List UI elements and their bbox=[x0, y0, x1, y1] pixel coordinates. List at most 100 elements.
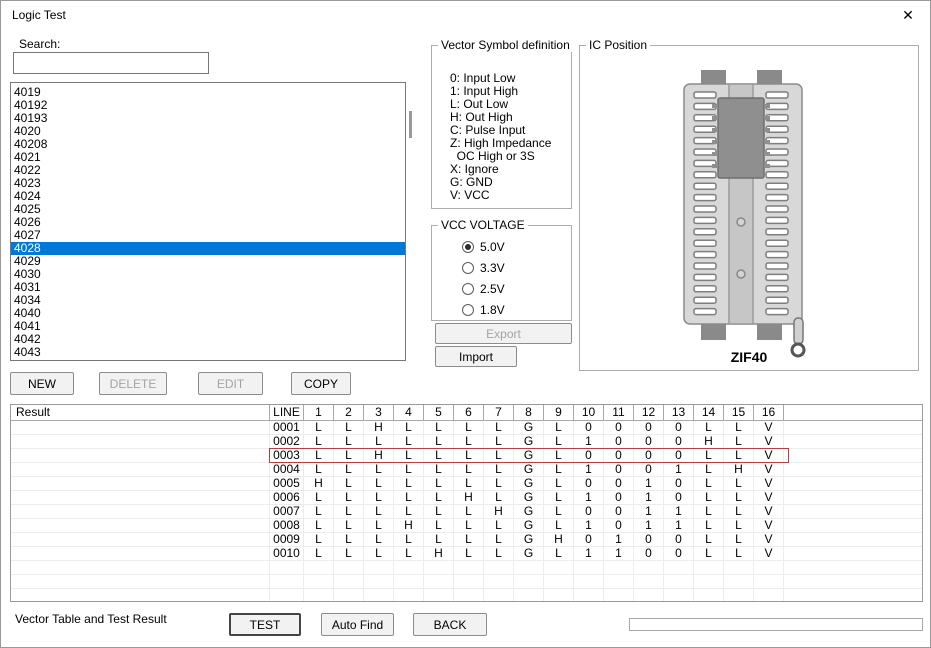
auto-find-button[interactable]: Auto Find bbox=[321, 613, 394, 636]
pin-cell bbox=[394, 589, 424, 602]
pin-cell: L bbox=[424, 449, 454, 462]
table-row[interactable]: 0005HLLLLLLGL0010LLV bbox=[11, 477, 922, 491]
ic-list-item[interactable]: 4021 bbox=[11, 151, 405, 164]
radio-icon[interactable] bbox=[462, 241, 474, 253]
pin-cell: L bbox=[394, 449, 424, 462]
ic-list-item[interactable]: 4026 bbox=[11, 216, 405, 229]
ic-list-item[interactable]: 4042 bbox=[11, 333, 405, 346]
pin-cell bbox=[574, 589, 604, 602]
pin-cell: L bbox=[364, 533, 394, 546]
ic-list-item[interactable]: 4024 bbox=[11, 190, 405, 203]
window-title: Logic Test bbox=[12, 8, 66, 22]
radio-icon[interactable] bbox=[462, 304, 474, 316]
table-row[interactable]: 0007LLLLLLHGL0011LLV bbox=[11, 505, 922, 519]
pin-cell: 1 bbox=[574, 519, 604, 532]
line-cell: 0005 bbox=[270, 477, 304, 490]
header-spacer bbox=[784, 405, 922, 420]
new-button[interactable]: NEW bbox=[10, 372, 74, 395]
pin-cell: L bbox=[334, 463, 364, 476]
pin-cell: L bbox=[454, 463, 484, 476]
ic-list-item[interactable]: 4030 bbox=[11, 268, 405, 281]
table-row[interactable]: 0008LLLHLLLGL1011LLV bbox=[11, 519, 922, 533]
pin-cell bbox=[514, 561, 544, 574]
copy-button[interactable]: COPY bbox=[291, 372, 351, 395]
ic-list-item[interactable]: 40208 bbox=[11, 138, 405, 151]
pin-cell bbox=[514, 589, 544, 602]
table-body: 0001LLHLLLLGL0000LLV0002LLLLLLLGL1000HLV… bbox=[11, 421, 922, 602]
pin-cell: 0 bbox=[574, 533, 604, 546]
back-button[interactable]: BACK bbox=[413, 613, 487, 636]
pin-cell bbox=[454, 589, 484, 602]
socket-label: ZIF40 bbox=[580, 349, 918, 365]
pin-cell: L bbox=[334, 421, 364, 434]
listbox-scrollbar-thumb[interactable] bbox=[409, 111, 412, 138]
ic-list-item[interactable]: 4019 bbox=[11, 86, 405, 99]
pin-cell: L bbox=[694, 519, 724, 532]
vcc-option-5.0V[interactable]: 5.0V bbox=[462, 240, 505, 254]
ic-list-item[interactable]: 40193 bbox=[11, 112, 405, 125]
pin-cell: L bbox=[544, 491, 574, 504]
pin-cell: 0 bbox=[664, 435, 694, 448]
zif-socket-graphic bbox=[580, 46, 918, 362]
pin-cell: G bbox=[514, 421, 544, 434]
table-row[interactable]: 0004LLLLLLLGL1001LHV bbox=[11, 463, 922, 477]
radio-icon[interactable] bbox=[462, 262, 474, 274]
pin-cell bbox=[724, 589, 754, 602]
table-row[interactable]: 0003LLHLLLLGL0000LLV bbox=[11, 449, 922, 463]
pin-cell: 0 bbox=[634, 435, 664, 448]
pin-cell bbox=[544, 561, 574, 574]
table-row[interactable]: 0010LLLLHLLGL1100LLV bbox=[11, 547, 922, 561]
vcc-option-3.3V[interactable]: 3.3V bbox=[462, 261, 505, 275]
pin-cell: 0 bbox=[604, 463, 634, 476]
pin-cell: L bbox=[454, 519, 484, 532]
ic-list-item[interactable]: 4025 bbox=[11, 203, 405, 216]
pin-cell: L bbox=[304, 505, 334, 518]
search-input[interactable] bbox=[13, 52, 209, 74]
ic-list-item[interactable]: 4027 bbox=[11, 229, 405, 242]
vcc-option-2.5V[interactable]: 2.5V bbox=[462, 282, 505, 296]
ic-listbox[interactable]: 4019401924019340204020840214022402340244… bbox=[10, 82, 406, 361]
ic-list-item[interactable]: 4043 bbox=[11, 346, 405, 359]
ic-list-item[interactable]: 4040 bbox=[11, 307, 405, 320]
ic-list-item[interactable]: 4028 bbox=[11, 242, 405, 255]
pin-cell bbox=[424, 589, 454, 602]
table-row[interactable]: 0009LLLLLLLGH0100LLV bbox=[11, 533, 922, 547]
close-icon[interactable]: ✕ bbox=[896, 5, 920, 25]
table-row[interactable] bbox=[11, 589, 922, 602]
table-row[interactable]: 0001LLHLLLLGL0000LLV bbox=[11, 421, 922, 435]
ic-list-item[interactable]: 4031 bbox=[11, 281, 405, 294]
pin-cell bbox=[484, 575, 514, 588]
pin-cell: L bbox=[394, 505, 424, 518]
pin-cell: 0 bbox=[664, 421, 694, 434]
ic-list-item[interactable]: 4023 bbox=[11, 177, 405, 190]
pin-cell bbox=[394, 561, 424, 574]
line-cell: 0007 bbox=[270, 505, 304, 518]
ic-list-item[interactable]: 40192 bbox=[11, 99, 405, 112]
pin-cell bbox=[454, 561, 484, 574]
table-row[interactable]: 0006LLLLLHLGL1010LLV bbox=[11, 491, 922, 505]
ic-list-item[interactable]: 4020 bbox=[11, 125, 405, 138]
test-button[interactable]: TEST bbox=[229, 613, 301, 636]
import-button[interactable]: Import bbox=[435, 346, 517, 367]
table-row[interactable] bbox=[11, 575, 922, 589]
table-row[interactable]: 0002LLLLLLLGL1000HLV bbox=[11, 435, 922, 449]
table-row[interactable] bbox=[11, 561, 922, 575]
radio-icon[interactable] bbox=[462, 283, 474, 295]
pin-column-header: 4 bbox=[394, 405, 424, 420]
pin-cell: L bbox=[454, 449, 484, 462]
row-spacer bbox=[784, 589, 922, 602]
pin-cell bbox=[334, 589, 364, 602]
pin-cell: L bbox=[424, 533, 454, 546]
ic-list-item[interactable]: 4034 bbox=[11, 294, 405, 307]
pin-cell: L bbox=[694, 463, 724, 476]
pin-cell: L bbox=[484, 421, 514, 434]
ic-list-item[interactable]: 4041 bbox=[11, 320, 405, 333]
pin-cell: G bbox=[514, 533, 544, 546]
vector-symbol-group-title: Vector Symbol definition bbox=[438, 38, 573, 52]
vcc-option-1.8V[interactable]: 1.8V bbox=[462, 303, 505, 317]
ic-list-item[interactable]: 4022 bbox=[11, 164, 405, 177]
result-cell bbox=[11, 575, 270, 588]
ic-list-item[interactable]: 4029 bbox=[11, 255, 405, 268]
pin-cell bbox=[574, 575, 604, 588]
ic-list-item[interactable]: 4044 bbox=[11, 359, 405, 361]
